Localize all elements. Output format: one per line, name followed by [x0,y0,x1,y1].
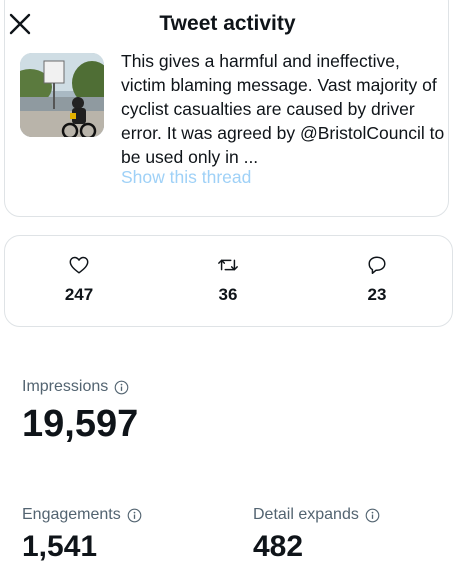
info-icon[interactable] [127,508,142,523]
retweets-stat[interactable]: 36 [183,254,273,305]
tweet-text: This gives a harmful and ineffective, vi… [121,51,445,167]
replies-stat[interactable]: 23 [332,254,422,305]
replies-count: 23 [367,285,387,304]
likes-stat[interactable]: 247 [34,254,124,305]
impressions-value: 19,597 [22,403,139,445]
tweet-thumbnail [20,53,104,137]
engagements-label: Engagements [22,506,121,523]
reply-icon [368,256,386,274]
heart-icon [69,256,89,274]
retweets-count: 36 [218,285,238,304]
engagements-value: 1,541 [22,530,98,563]
tweet-card[interactable]: This gives a harmful and ineffective, vi… [4,0,449,217]
detail-expands-value: 482 [253,530,304,563]
impressions-label-row: Impressions [22,378,129,396]
likes-count: 247 [64,285,94,304]
detail-expands-label-row: Detail expands [253,506,380,524]
impressions-label: Impressions [22,378,109,395]
engagements-label-row: Engagements [22,506,142,524]
stats-card: 247 36 23 [4,235,453,327]
info-icon[interactable] [114,380,129,395]
show-thread-link[interactable]: Show this thread [121,167,251,188]
retweet-icon [218,259,238,271]
info-icon[interactable] [365,508,380,523]
detail-expands-label: Detail expands [253,506,359,523]
